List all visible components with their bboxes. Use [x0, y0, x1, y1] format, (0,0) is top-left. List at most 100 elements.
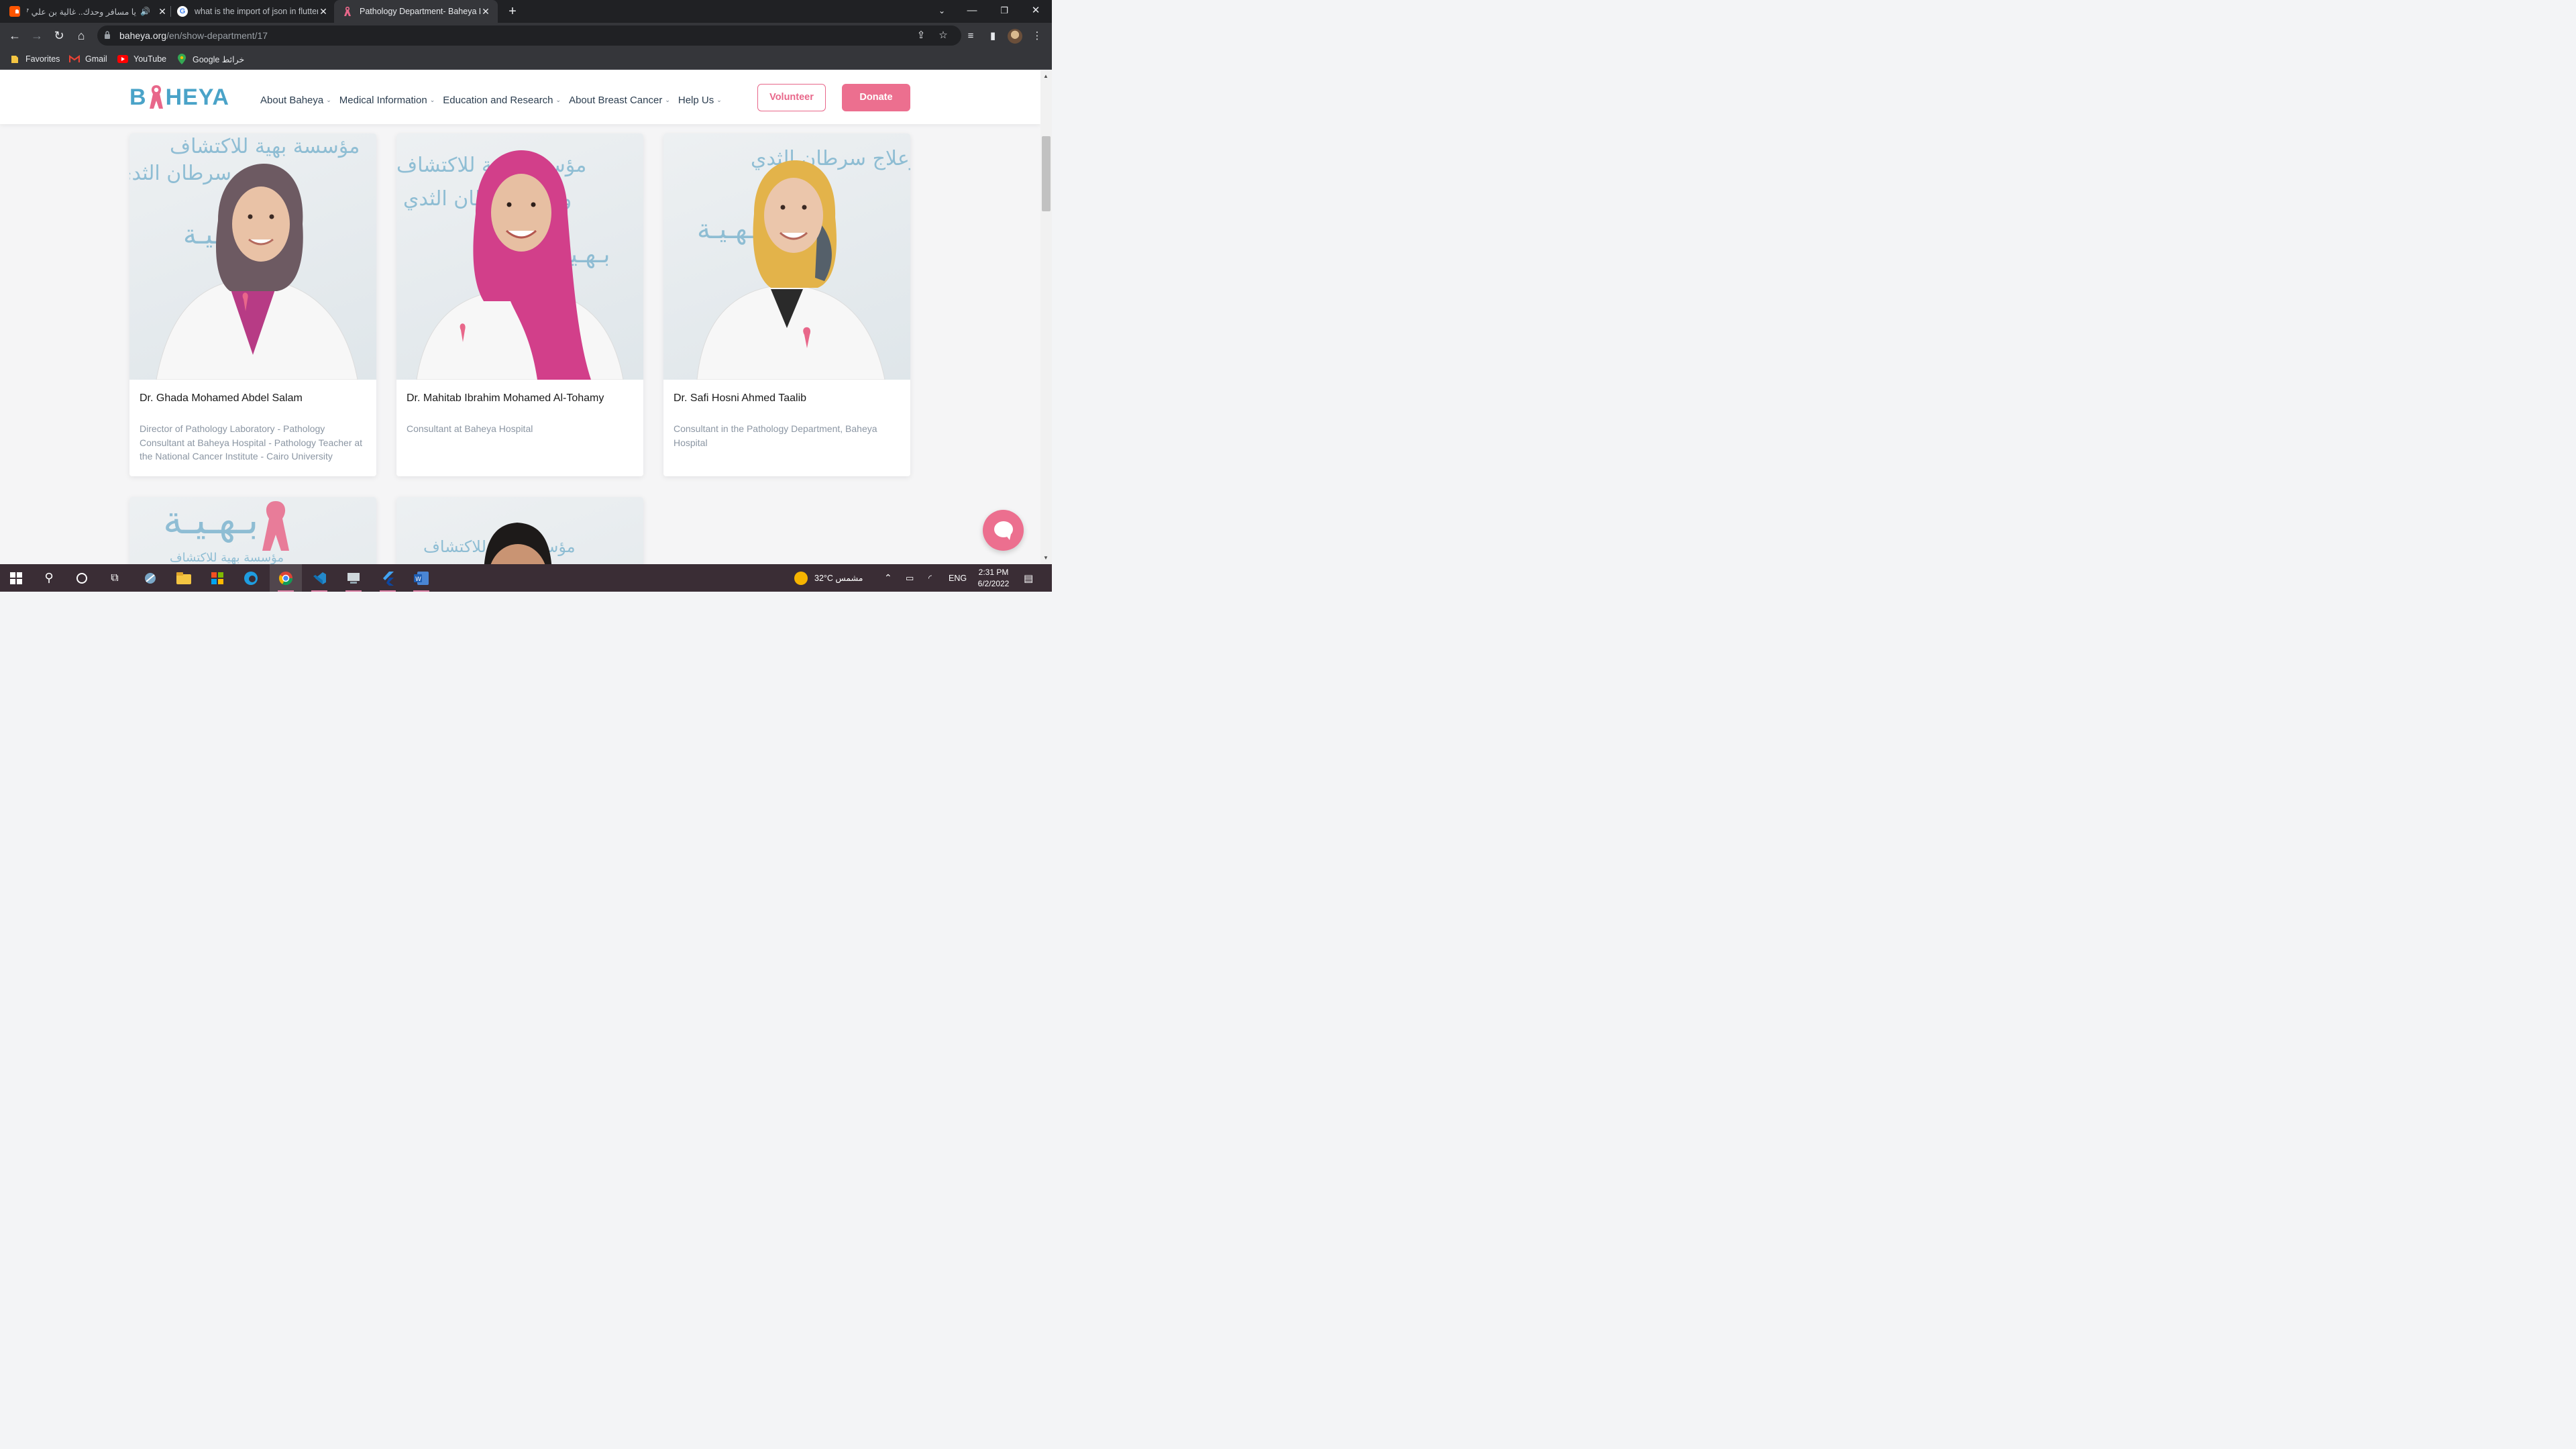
tab-soundcloud[interactable]: يا مسافر وحدك.. غالية بن علي 7 🔊 ✕	[9, 0, 168, 23]
browser-toolbar: ← → ↻ ⌂ baheya.org/en/show-department/17…	[0, 23, 1052, 48]
ribbon-graphic	[262, 501, 289, 551]
star-icon[interactable]: ☆	[937, 30, 949, 42]
active-indicator	[278, 590, 294, 592]
tab-title: Pathology Department- Baheya Hospital	[360, 7, 480, 16]
page-viewport: B HEYA About Baheya ⌄ Medical Information…	[0, 70, 1040, 564]
word-icon[interactable]: W	[405, 564, 437, 592]
logo-text: HEYA	[165, 84, 229, 110]
profile-avatar[interactable]	[1008, 29, 1022, 44]
bookmark-google-maps[interactable]: Google خرائط	[176, 52, 244, 66]
tab-search-chevron-icon[interactable]: ⌄	[926, 0, 957, 23]
close-tab-icon[interactable]: ✕	[480, 6, 491, 17]
chrome-icon[interactable]	[270, 564, 302, 592]
donate-button[interactable]: Donate	[842, 84, 910, 111]
weather-text: 32°C مشمس	[814, 574, 863, 583]
lock-icon[interactable]	[104, 30, 111, 40]
doctor-photo: مؤسسة بهية للاكتشاف وعلاج سرطان الثدي بـ…	[396, 133, 643, 380]
back-icon[interactable]: ←	[6, 27, 23, 44]
menu-label: Education and Research	[443, 95, 553, 106]
youtube-icon	[117, 54, 128, 64]
site-header: B HEYA About Baheya ⌄ Medical Information…	[0, 70, 1040, 124]
doctor-card[interactable]: بـهـيـة مؤسسة بهية للاكتشاف	[129, 497, 376, 564]
doctor-card[interactable]: مؤسسة بهية للاكتشاف وعلاج سرطان الثدي بـ…	[396, 133, 643, 476]
file-explorer-icon[interactable]	[168, 564, 200, 592]
task-view-icon[interactable]: ⧉	[99, 564, 131, 592]
logo-text: B	[129, 84, 147, 110]
side-panel-icon[interactable]: ▮	[986, 30, 1000, 43]
bookmark-label: Favorites	[25, 54, 60, 64]
wifi-icon[interactable]: ◜	[928, 564, 932, 592]
more-menu-icon[interactable]: ⋮	[1030, 30, 1044, 43]
url-text: baheya.org/en/show-department/17	[119, 30, 268, 41]
scroll-up-icon[interactable]: ▲	[1043, 73, 1049, 79]
scroll-down-icon[interactable]: ▼	[1043, 555, 1049, 561]
page-scrollbar[interactable]: ▲ ▼	[1040, 70, 1052, 564]
restore-icon[interactable]: ❐	[989, 0, 1020, 23]
tab-divider	[170, 6, 171, 17]
bookmark-label: YouTube	[133, 54, 167, 64]
doctor-portrait	[156, 164, 358, 380]
close-window-icon[interactable]: ✕	[1020, 0, 1051, 23]
doctor-role: Consultant at Baheya Hospital	[407, 423, 533, 434]
weather-widget[interactable]: 32°C مشمس	[794, 564, 863, 592]
bookmark-favorites[interactable]: Favorites	[9, 52, 60, 66]
pink-ribbon-icon	[342, 6, 353, 17]
bookmark-gmail[interactable]: Gmail	[69, 52, 107, 66]
tab-baheya[interactable]: Pathology Department- Baheya Hospital ✕	[334, 0, 498, 23]
minimize-icon[interactable]: —	[957, 0, 987, 23]
doctor-card[interactable]: مؤسسة بهية للاكتشاف	[396, 497, 643, 564]
doctor-portrait	[696, 160, 885, 380]
search-icon[interactable]: ⚲	[33, 564, 65, 592]
doctor-name: Dr. Ghada Mohamed Abdel Salam	[140, 392, 303, 404]
volunteer-button[interactable]: Volunteer	[757, 84, 826, 111]
menu-item-about-breast-cancer[interactable]: About Breast Cancer ⌄	[569, 95, 670, 106]
speaker-icon[interactable]: 🔊	[140, 7, 150, 16]
close-tab-icon[interactable]: ✕	[318, 6, 329, 17]
active-indicator	[380, 590, 396, 592]
chevron-down-icon: ⌄	[326, 97, 331, 103]
chevron-down-icon: ⌄	[429, 97, 435, 103]
main-menu: About Baheya ⌄ Medical Information ⌄ Educa…	[260, 95, 730, 106]
cortana-icon[interactable]	[66, 564, 98, 592]
google-maps-icon	[176, 54, 187, 64]
close-tab-icon[interactable]: ✕	[157, 6, 168, 17]
remote-desktop-icon[interactable]	[337, 564, 370, 592]
new-tab-icon[interactable]: +	[504, 3, 521, 20]
soundcloud-icon	[9, 6, 20, 17]
battery-icon[interactable]: ▭	[906, 564, 914, 592]
chat-button[interactable]	[983, 510, 1024, 551]
doctor-card[interactable]: مؤسسة بهية للاكتشاف وعلاج سرطان الثدي بـ…	[129, 133, 376, 476]
doctor-photo: وعلاج سرطان الثدي بـهـيـة	[663, 133, 910, 380]
reload-icon[interactable]: ↻	[50, 27, 68, 44]
address-bar[interactable]: baheya.org/en/show-department/17 ⇪ ☆	[97, 25, 961, 46]
doctor-card[interactable]: وعلاج سرطان الثدي بـهـيـة Dr. Safi Hosni…	[663, 133, 910, 476]
tab-google-search[interactable]: G what is the import of json in flutter …	[177, 0, 329, 23]
notifications-icon[interactable]: ▤	[1024, 564, 1033, 592]
language-indicator[interactable]: ENG	[949, 564, 967, 592]
vscode-icon[interactable]	[303, 564, 335, 592]
edge-icon[interactable]	[235, 564, 267, 592]
menu-label: Medical Information	[339, 95, 427, 106]
scrollbar-thumb[interactable]	[1042, 136, 1051, 211]
menu-item-medical-information[interactable]: Medical Information ⌄	[339, 95, 435, 106]
menu-item-about-baheya[interactable]: About Baheya ⌄	[260, 95, 331, 106]
doctor-name: Dr. Mahitab Ibrahim Mohamed Al-Tohamy	[407, 392, 604, 404]
microsoft-store-icon[interactable]	[201, 564, 233, 592]
bookmark-youtube[interactable]: YouTube	[117, 52, 166, 66]
menu-item-education-research[interactable]: Education and Research ⌄	[443, 95, 561, 106]
snipping-tool-icon[interactable]	[134, 564, 166, 592]
taskbar-clock[interactable]: 2:31 PM 6/2/2022	[974, 567, 1013, 590]
baheya-logo[interactable]: B HEYA	[129, 83, 229, 112]
home-icon[interactable]: ⌂	[72, 27, 90, 44]
show-hidden-icons-icon[interactable]: ⌃	[884, 564, 892, 592]
sun-icon	[794, 571, 808, 585]
forward-icon[interactable]: →	[28, 27, 46, 44]
share-icon[interactable]: ⇪	[915, 30, 927, 42]
media-control-icon[interactable]: ≡	[964, 30, 977, 43]
tab-title: يا مسافر وحدك.. غالية بن علي 7	[27, 7, 137, 17]
flutter-icon[interactable]	[372, 564, 404, 592]
bookmarks-bar: Favorites Gmail YouTube Google خرائط	[0, 48, 1052, 70]
windows-start-icon[interactable]	[0, 564, 32, 592]
menu-item-help-us[interactable]: Help Us ⌄	[678, 95, 722, 106]
doctor-photo: بـهـيـة مؤسسة بهية للاكتشاف	[129, 497, 376, 564]
